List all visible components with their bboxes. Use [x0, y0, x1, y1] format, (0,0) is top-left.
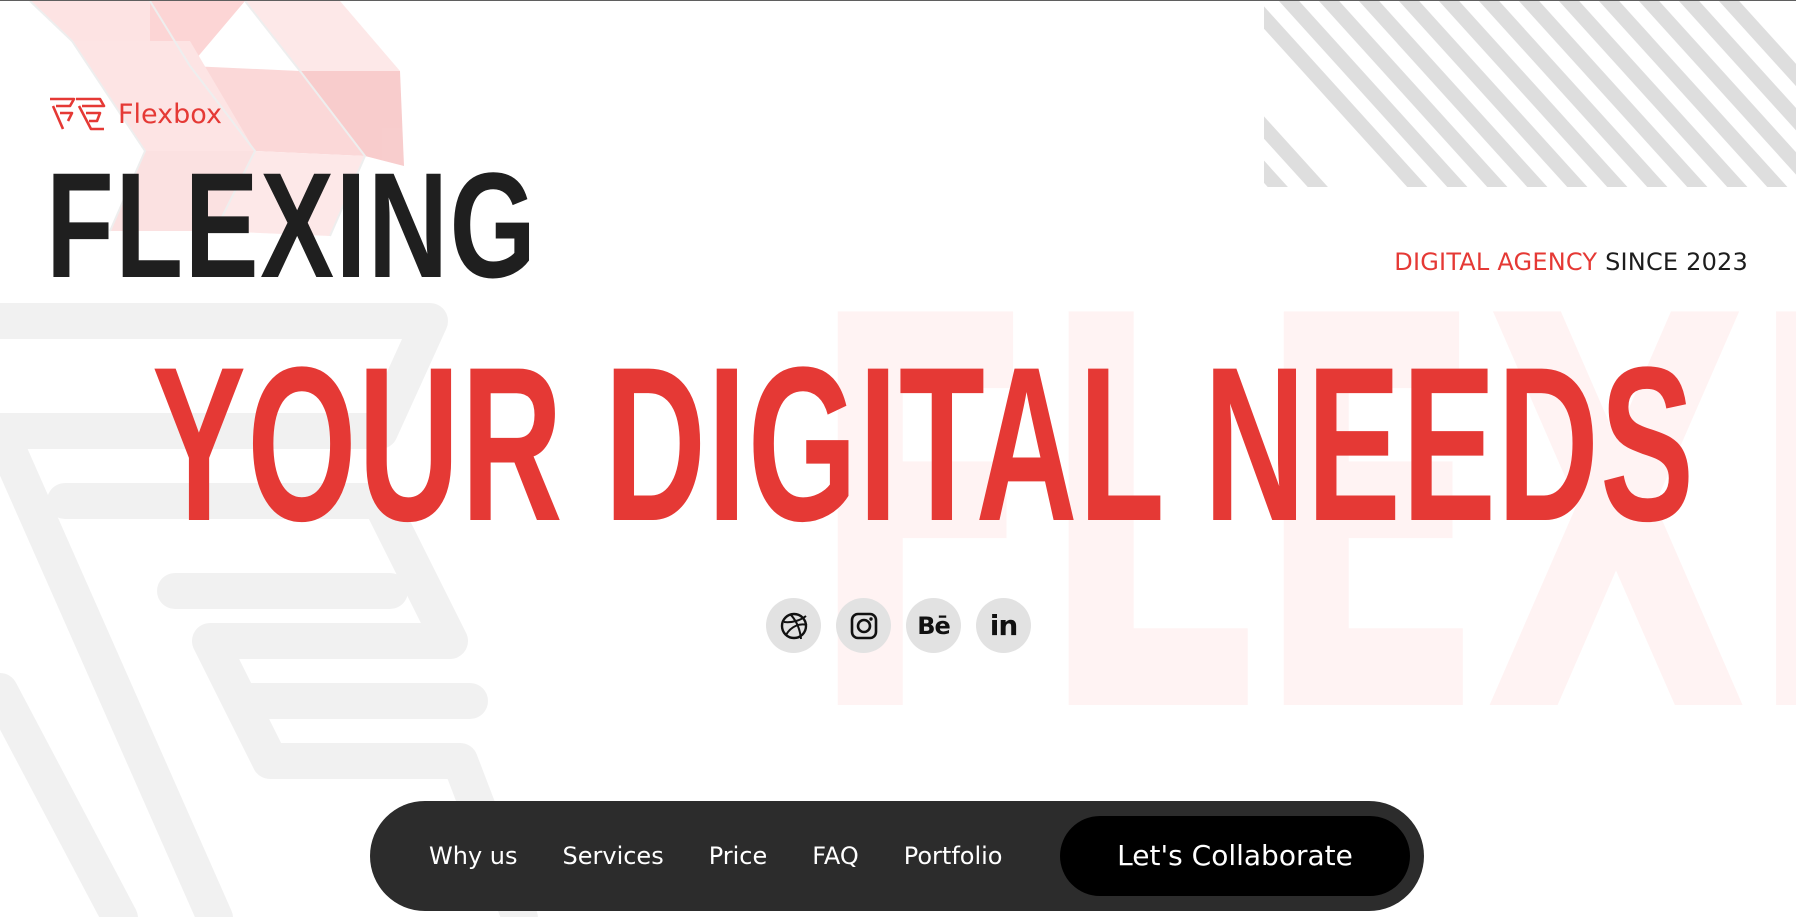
social-links: Bē in — [766, 598, 1031, 653]
tagline-since-year: SINCE 2023 — [1605, 248, 1748, 276]
dribbble-icon — [780, 612, 807, 639]
hero-headline-red: YOUR DIGITAL NEEDS — [152, 321, 1696, 567]
dribbble-link[interactable] — [766, 598, 821, 653]
nav-item-faq[interactable]: FAQ — [812, 844, 859, 868]
instagram-icon — [850, 612, 877, 639]
nav-item-price[interactable]: Price — [709, 844, 768, 868]
lets-collaborate-button[interactable]: Let's Collaborate — [1060, 816, 1410, 896]
nav-links: Why us Services Price FAQ Portfolio — [429, 844, 1002, 868]
tagline-digital-agency: DIGITAL AGENCY — [1394, 248, 1598, 276]
nav-item-services[interactable]: Services — [563, 844, 664, 868]
bottom-navigation: Why us Services Price FAQ Portfolio Let'… — [370, 801, 1424, 911]
instagram-link[interactable] — [836, 598, 891, 653]
linkedin-icon: in — [989, 608, 1019, 642]
brand-logo[interactable]: Flexbox — [48, 96, 222, 132]
nav-item-portfolio[interactable]: Portfolio — [904, 844, 1003, 868]
nav-item-why-us[interactable]: Why us — [429, 844, 518, 868]
behance-link[interactable]: Bē — [906, 598, 961, 653]
hero-tagline: DIGITAL AGENCY SINCE 2023 — [1394, 250, 1748, 274]
hero-headline-dark: FLEXING — [46, 141, 538, 309]
linkedin-link[interactable]: in — [976, 598, 1031, 653]
flexbox-logo-icon — [50, 97, 106, 131]
landing-page: FLEXI Flexbox FLEXING DIGITAL AGENCY SIN… — [0, 0, 1796, 917]
brand-name: Flexbox — [118, 98, 222, 130]
behance-icon: Bē — [917, 611, 951, 640]
